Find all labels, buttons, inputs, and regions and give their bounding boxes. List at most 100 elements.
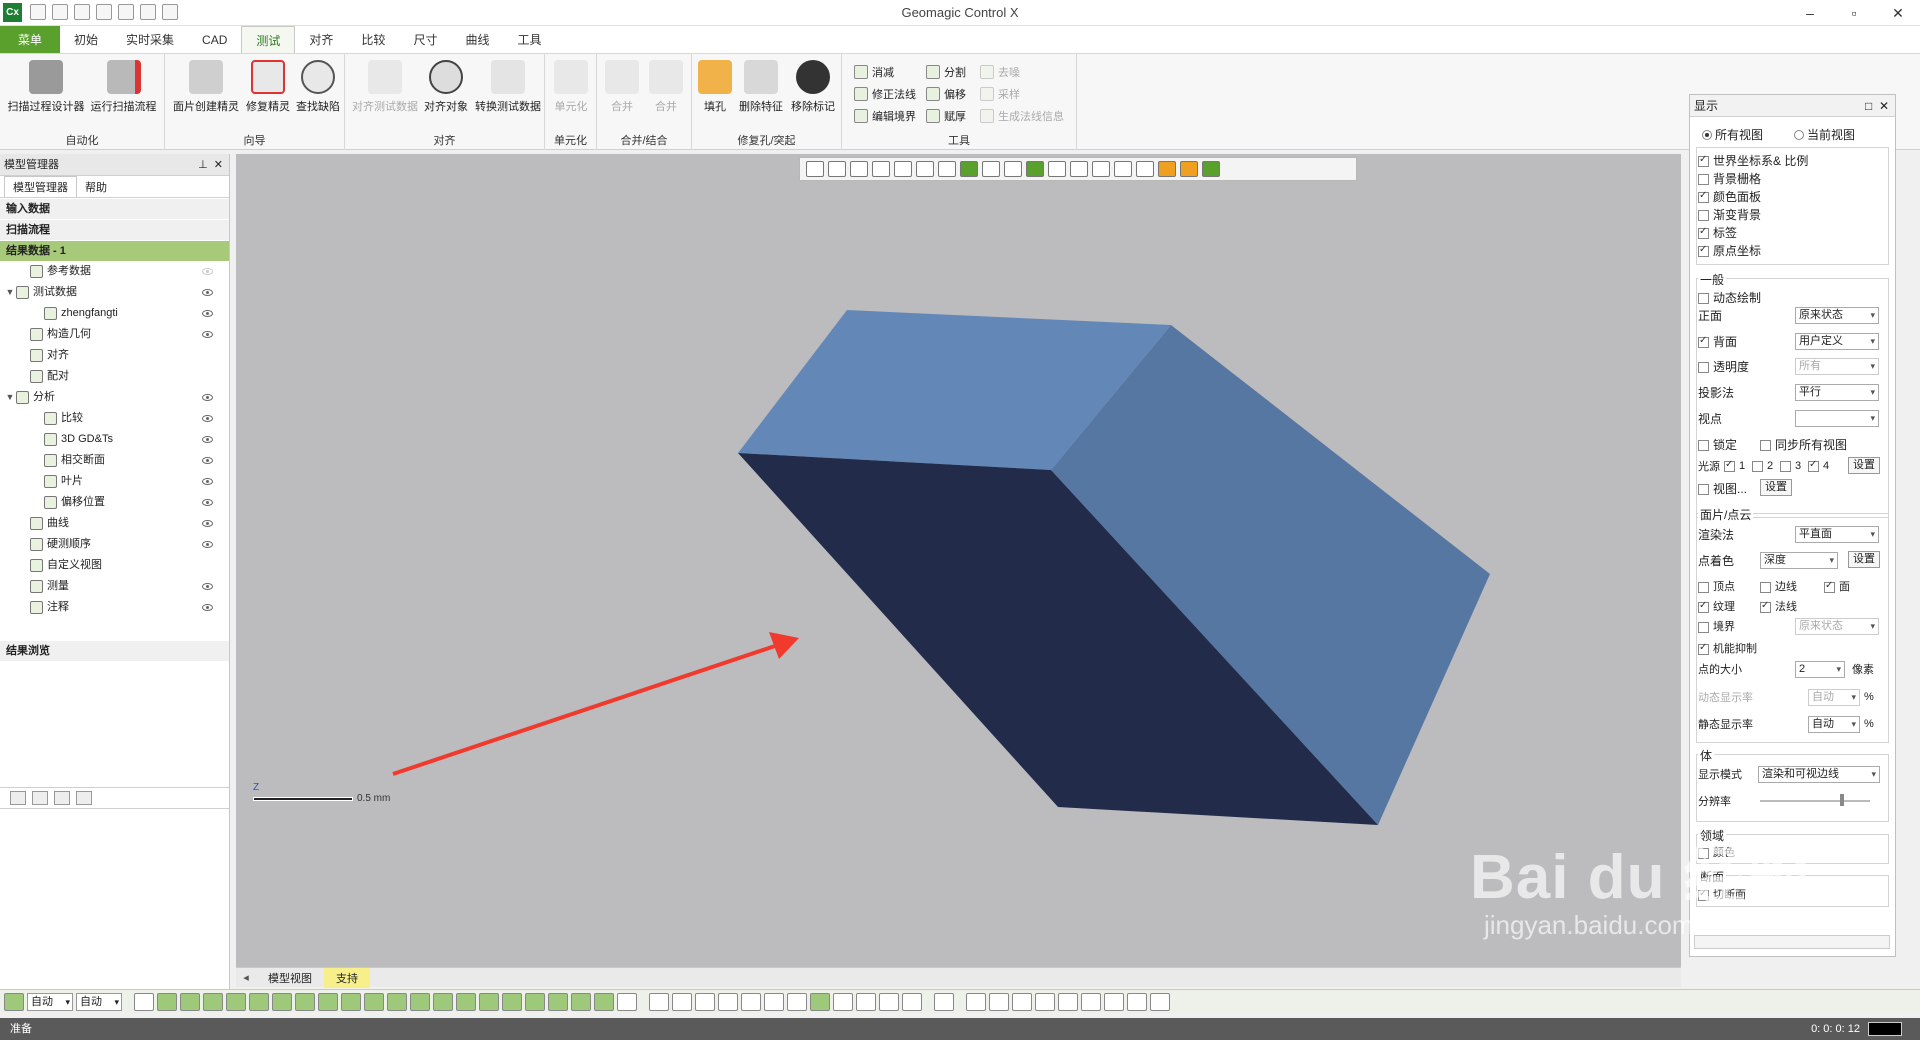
point-color-settings-button[interactable]: 设置 [1848, 551, 1880, 568]
layout-icon-2[interactable] [894, 161, 912, 177]
tree-item[interactable]: 注释 [0, 597, 229, 618]
view-pan-icon[interactable] [856, 992, 876, 1011]
measure-point-icon[interactable] [1035, 992, 1055, 1011]
boundary-checkbox[interactable]: 境界 [1698, 618, 1735, 634]
expand-toggle-icon[interactable]: ▼ [4, 387, 16, 408]
view-fit-icon[interactable] [810, 992, 830, 1011]
filter-vector-icon[interactable] [226, 992, 246, 1011]
view-bottom-icon[interactable] [764, 992, 784, 1011]
filter-body-icon[interactable] [456, 992, 476, 1011]
tab-support[interactable]: 支持 [324, 967, 370, 988]
brush-select-icon[interactable] [1114, 161, 1132, 177]
grid-icon[interactable] [960, 161, 978, 177]
align-test-data-button[interactable]: 对齐测试数据 [351, 60, 419, 114]
transparency-select[interactable]: 所有 [1795, 357, 1879, 375]
light-4-checkbox[interactable]: 4 [1808, 459, 1829, 472]
tree-item[interactable]: 曲线 [0, 513, 229, 534]
tree-item[interactable]: 自定义视图 [0, 555, 229, 576]
restore-button[interactable]: ▫ [1832, 0, 1876, 26]
light-3-checkbox[interactable]: 3 [1780, 460, 1801, 472]
measure-volume-icon[interactable] [1081, 992, 1101, 1011]
projection-select[interactable]: 平行 [1795, 383, 1879, 401]
visibility-eye-icon[interactable] [202, 436, 213, 443]
tab-scroll-left-icon[interactable]: ◂ [236, 971, 256, 984]
close-icon[interactable]: ✕ [214, 159, 223, 171]
region-color-checkbox[interactable]: 颜色 [1698, 844, 1735, 860]
tree-item[interactable]: 偏移位置 [0, 492, 229, 513]
offset-button[interactable]: 偏移 [926, 86, 966, 102]
note-bubble-icon[interactable] [1127, 992, 1147, 1011]
tree-item[interactable]: 叶片 [0, 471, 229, 492]
filter-box-icon[interactable] [364, 992, 384, 1011]
section-scan-flow[interactable]: 扫描流程 [0, 220, 229, 240]
measure-section-icon[interactable] [1058, 992, 1078, 1011]
measure-area-icon[interactable] [1104, 992, 1124, 1011]
filter-plane-icon[interactable] [203, 992, 223, 1011]
vertex-checkbox[interactable]: 顶点 [1698, 578, 1735, 594]
transparency-checkbox[interactable]: 透明度 [1698, 358, 1749, 375]
close-icon[interactable]: ✕ [1879, 99, 1889, 113]
filter-more-icon[interactable] [617, 992, 637, 1011]
face-checkbox[interactable]: 面 [1824, 578, 1850, 594]
render-select[interactable]: 平直面 [1795, 525, 1879, 543]
scene-option-checkbox[interactable]: 原点坐标 [1698, 242, 1761, 259]
view-back-icon[interactable] [672, 992, 692, 1011]
visibility-eye-icon[interactable] [202, 457, 213, 464]
section-result-data[interactable]: 结果数据 - 1 [0, 241, 229, 261]
line-select-icon[interactable] [1004, 161, 1022, 177]
section-input-data[interactable]: 输入数据 [0, 199, 229, 219]
visibility-eye-icon[interactable] [202, 499, 213, 506]
filter-torus-icon[interactable] [341, 992, 361, 1011]
visibility-eye-icon[interactable] [202, 394, 213, 401]
view-icon-3[interactable] [54, 791, 70, 805]
tree-item[interactable]: 配对 [0, 366, 229, 387]
tree-item[interactable]: 参考数据 [0, 261, 229, 282]
view-right-icon[interactable] [718, 992, 738, 1011]
filter-vertex-icon[interactable] [525, 992, 545, 1011]
filter-note-icon[interactable] [594, 992, 614, 1011]
display-mode-select[interactable]: 渲染和可视边线 [1758, 765, 1880, 783]
tab-menu[interactable]: 菜单 [0, 26, 61, 53]
repair-wizard-button[interactable]: 修复精灵 [243, 60, 293, 114]
section-result-browse[interactable]: 结果浏览 [0, 641, 229, 661]
light-settings-button[interactable]: 设置 [1848, 457, 1880, 474]
scene-option-checkbox[interactable]: 标签 [1698, 224, 1737, 241]
split-view-icon[interactable] [916, 161, 934, 177]
filter-slot-icon[interactable] [387, 992, 407, 1011]
sample-button[interactable]: 采样 [980, 86, 1020, 102]
view-cube-icon[interactable] [828, 161, 846, 177]
tab-dimension[interactable]: 尺寸 [399, 26, 451, 53]
texture-checkbox[interactable]: 纹理 [1698, 598, 1735, 614]
polygon-select-icon[interactable] [1070, 161, 1088, 177]
scene-option-checkbox[interactable]: 颜色面板 [1698, 188, 1761, 205]
split-button[interactable]: 分割 [926, 64, 966, 80]
tree-item[interactable]: 对齐 [0, 345, 229, 366]
fix-normals-button[interactable]: 修正法线 [854, 86, 916, 102]
back-checkbox[interactable]: 背面 [1698, 333, 1737, 350]
select-icon[interactable] [982, 161, 1000, 177]
normals-checkbox[interactable]: 法线 [1760, 598, 1797, 614]
circle-select-icon[interactable] [1048, 161, 1066, 177]
filter-point-icon[interactable] [180, 992, 200, 1011]
cut-plane-checkbox[interactable]: 切断面 [1698, 886, 1746, 902]
remove-marker-button[interactable]: 移除标记 [788, 60, 838, 114]
sync-views-checkbox[interactable]: 同步所有视图 [1760, 436, 1847, 453]
lasso-icon[interactable] [1092, 161, 1110, 177]
filter-sphere-icon[interactable] [318, 992, 338, 1011]
tab-align[interactable]: 对齐 [295, 26, 347, 53]
radio-current-view[interactable]: 当前视图 [1794, 126, 1855, 143]
point-size-select[interactable]: 2 [1795, 660, 1845, 678]
tab-help[interactable]: 帮助 [77, 177, 115, 197]
merge-button-1[interactable]: 合并 [601, 60, 643, 114]
filter-edge-icon[interactable] [479, 992, 499, 1011]
tab-cad[interactable]: CAD [188, 26, 241, 53]
filter-circle-icon[interactable] [249, 992, 269, 1011]
denoise-button[interactable]: 去噪 [980, 64, 1020, 80]
fill-select-icon[interactable] [1180, 161, 1198, 177]
view-left-icon[interactable] [695, 992, 715, 1011]
visibility-eye-icon[interactable] [202, 310, 213, 317]
view-rotate-icon[interactable] [879, 992, 899, 1011]
filter-measure-icon[interactable] [571, 992, 591, 1011]
visibility-eye-icon[interactable] [202, 331, 213, 338]
view-front-icon[interactable] [649, 992, 669, 1011]
